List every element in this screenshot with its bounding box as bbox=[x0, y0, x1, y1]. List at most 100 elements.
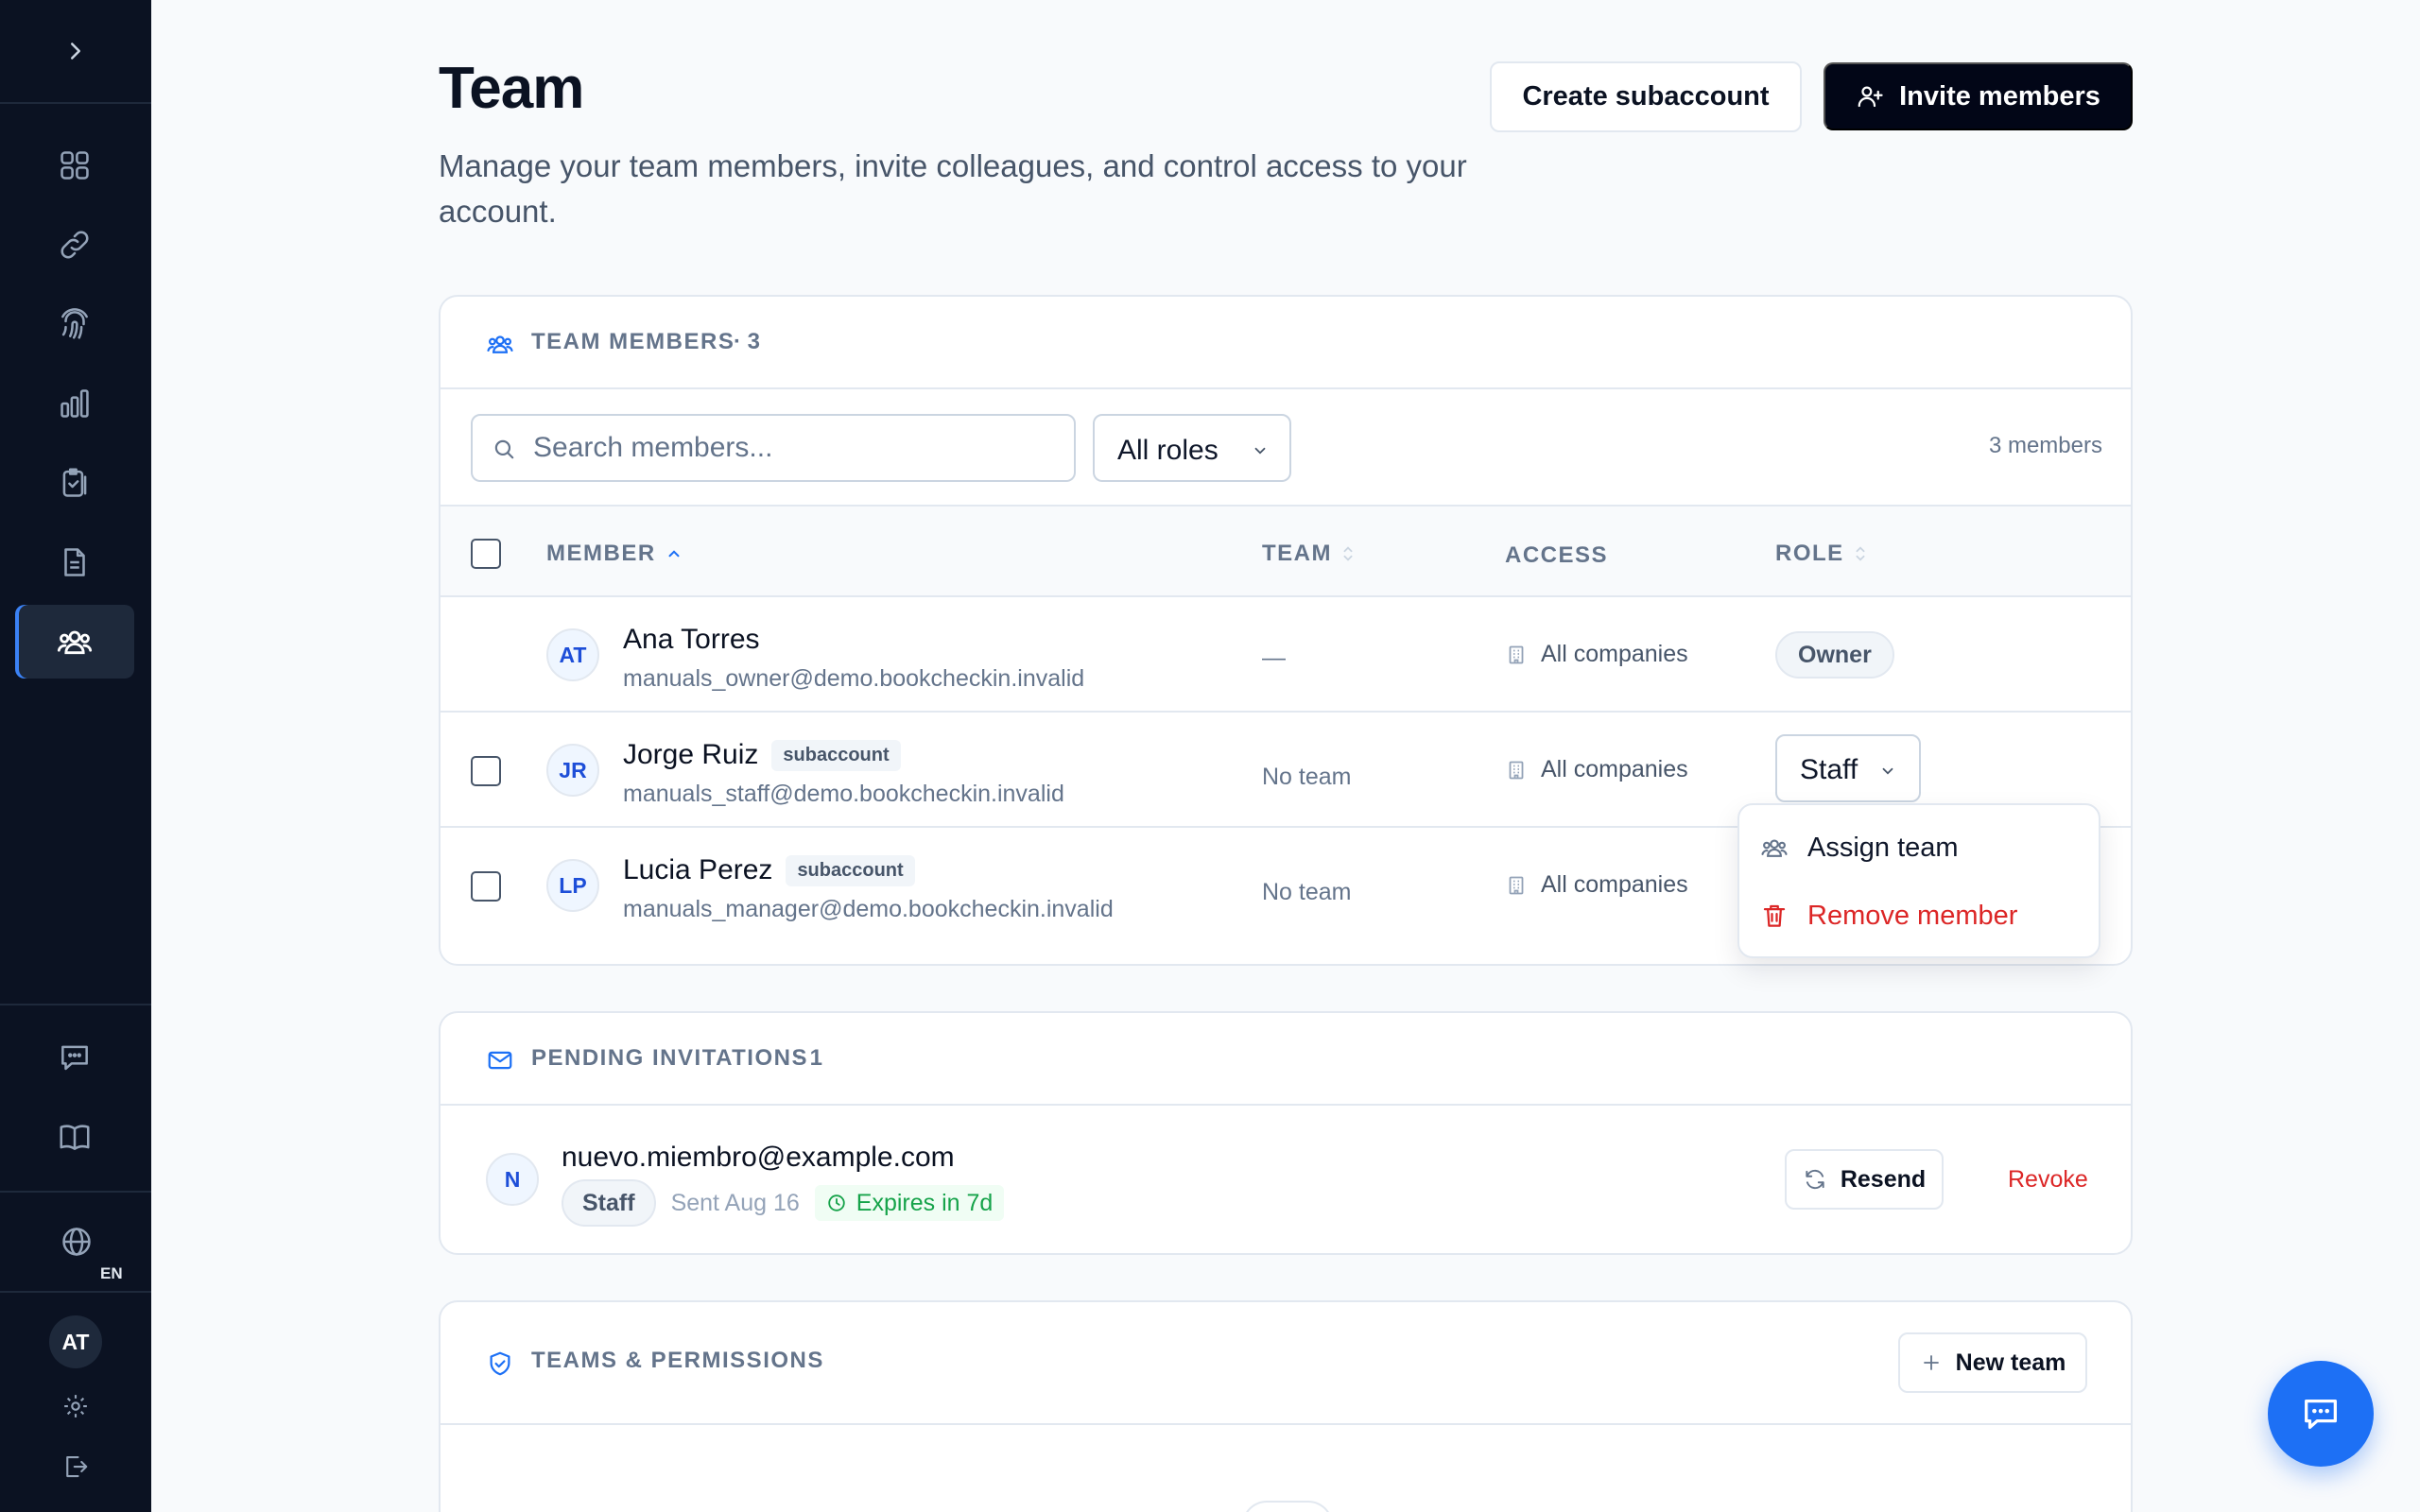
subaccount-badge: subaccount bbox=[786, 854, 915, 886]
revoke-button[interactable]: Revoke bbox=[1985, 1149, 2111, 1210]
sort-icon bbox=[1341, 545, 1355, 562]
globe-icon bbox=[59, 1224, 95, 1260]
role-select[interactable]: Staff bbox=[1775, 734, 1921, 802]
member-name-text: Jorge Ruiz bbox=[623, 739, 759, 770]
invite-members-label: Invite members bbox=[1899, 80, 2100, 112]
member-access-text: All companies bbox=[1541, 871, 1688, 898]
sort-asc-icon bbox=[666, 545, 683, 562]
menu-item-label: Assign team bbox=[1807, 832, 1959, 863]
list-item: N nuevo.miembro@example.com Staff Sent A… bbox=[441, 1106, 2131, 1253]
pending-invitations-count: · 1 bbox=[796, 1045, 823, 1071]
chevron-down-icon bbox=[1879, 763, 1896, 780]
column-access: ACCESS bbox=[1505, 542, 1608, 569]
building-icon bbox=[1505, 644, 1528, 666]
sidebar-item-dashboard[interactable] bbox=[15, 129, 134, 202]
logout-button[interactable] bbox=[60, 1452, 91, 1482]
create-subaccount-label: Create subaccount bbox=[1522, 81, 1770, 112]
members-total: 3 members bbox=[1988, 433, 2102, 458]
chat-support-button[interactable] bbox=[2268, 1361, 2374, 1467]
mail-icon bbox=[486, 1046, 514, 1074]
plus-icon bbox=[1920, 1351, 1943, 1374]
column-role[interactable]: ROLE bbox=[1775, 541, 1867, 567]
member-name-text: Lucia Perez bbox=[623, 854, 773, 885]
team-members-header: TEAM MEMBERS · 3 bbox=[441, 297, 2131, 389]
avatar: LP bbox=[546, 859, 599, 912]
chevron-down-icon bbox=[1252, 442, 1269, 459]
grid-icon bbox=[57, 147, 93, 183]
teams-permissions-card: TEAMS & PERMISSIONS New team bbox=[439, 1300, 2133, 1512]
row-checkbox[interactable] bbox=[471, 756, 501, 786]
sidebar-item-docs[interactable] bbox=[15, 1100, 134, 1174]
members-table-header: MEMBER TEAM ACCESS ROLE bbox=[441, 507, 2131, 597]
resend-label: Resend bbox=[1840, 1165, 1927, 1193]
sidebar-item-support[interactable] bbox=[15, 1021, 134, 1094]
page-subtitle: Manage your team members, invite colleag… bbox=[439, 148, 1467, 229]
link-icon bbox=[57, 227, 93, 263]
avatar: AT bbox=[546, 628, 599, 681]
row-checkbox[interactable] bbox=[471, 871, 501, 902]
table-row: AT Ana Torres manuals_owner@demo.bookche… bbox=[441, 597, 2131, 713]
role-filter-select[interactable]: All roles bbox=[1093, 414, 1291, 482]
member-team: No team bbox=[1262, 764, 1352, 790]
member-name: Ana Torres bbox=[623, 624, 760, 656]
sidebar-toggle[interactable] bbox=[0, 0, 151, 104]
invitation-sent-date: Sent Aug 16 bbox=[670, 1189, 800, 1216]
select-all-checkbox[interactable] bbox=[471, 539, 501, 569]
building-icon bbox=[1505, 874, 1528, 897]
invitation-email: nuevo.miembro@example.com bbox=[562, 1142, 955, 1173]
book-icon bbox=[57, 1119, 93, 1155]
member-email: manuals_owner@demo.bookcheckin.invalid bbox=[623, 665, 1085, 692]
new-team-button[interactable]: New team bbox=[1898, 1332, 2087, 1393]
sidebar-divider bbox=[0, 1004, 151, 1005]
sidebar-item-identity[interactable] bbox=[15, 287, 134, 361]
pending-invitations-header: PENDING INVITATIONS · 1 bbox=[441, 1013, 2131, 1106]
search-box bbox=[471, 414, 1076, 482]
document-icon bbox=[57, 544, 93, 580]
column-access-label: ACCESS bbox=[1505, 542, 1609, 568]
column-role-label: ROLE bbox=[1775, 541, 1844, 566]
role-filter-value: All roles bbox=[1117, 435, 1219, 466]
page-title: Team bbox=[439, 56, 584, 121]
search-icon bbox=[492, 437, 516, 461]
sidebar: EN AT bbox=[0, 0, 151, 1512]
create-subaccount-button[interactable]: Create subaccount bbox=[1490, 61, 1802, 132]
sort-icon bbox=[1854, 545, 1867, 562]
teams-permissions-title: TEAMS & PERMISSIONS bbox=[531, 1348, 824, 1373]
chat-icon bbox=[57, 1040, 93, 1075]
language-code: EN bbox=[100, 1264, 123, 1282]
avatar: JR bbox=[546, 744, 599, 797]
role-select-value: Staff bbox=[1800, 754, 1858, 785]
revoke-label: Revoke bbox=[2008, 1165, 2088, 1193]
sidebar-item-documents[interactable] bbox=[15, 525, 134, 599]
sidebar-item-links[interactable] bbox=[15, 208, 134, 282]
language-switcher[interactable]: EN bbox=[0, 1193, 151, 1287]
empty-state-icon bbox=[1242, 1501, 1333, 1512]
resend-button[interactable]: Resend bbox=[1785, 1149, 1944, 1210]
invite-members-button[interactable]: Invite members bbox=[1824, 62, 2133, 130]
sidebar-item-team[interactable] bbox=[15, 605, 134, 679]
column-member[interactable]: MEMBER bbox=[546, 541, 683, 567]
chat-icon bbox=[2299, 1392, 2342, 1435]
sidebar-item-analytics[interactable] bbox=[15, 367, 134, 440]
member-team: No team bbox=[1262, 879, 1352, 905]
user-avatar[interactable]: AT bbox=[49, 1315, 102, 1368]
column-team[interactable]: TEAM bbox=[1262, 541, 1355, 567]
team-icon bbox=[56, 623, 94, 661]
avatar: N bbox=[486, 1153, 539, 1206]
expiry-text: Expires in 7d bbox=[856, 1189, 994, 1216]
invitation-meta: Staff Sent Aug 16 Expires in 7d bbox=[562, 1179, 1005, 1227]
search-input[interactable] bbox=[533, 425, 1063, 471]
sidebar-item-checkins[interactable] bbox=[15, 446, 134, 520]
clock-icon bbox=[826, 1193, 847, 1213]
menu-item-remove-member[interactable]: Remove member bbox=[1760, 888, 2082, 943]
team-members-count: · 3 bbox=[734, 329, 761, 354]
menu-item-label: Remove member bbox=[1807, 900, 2018, 931]
menu-item-assign-team[interactable]: Assign team bbox=[1760, 820, 2082, 875]
settings-button[interactable] bbox=[60, 1391, 91, 1421]
fingerprint-icon bbox=[57, 306, 93, 342]
member-email: manuals_manager@demo.bookcheckin.invalid bbox=[623, 896, 1114, 922]
clipboard-check-icon bbox=[57, 465, 93, 501]
column-member-label: MEMBER bbox=[546, 541, 656, 566]
role-badge: Staff bbox=[562, 1179, 656, 1227]
shield-check-icon bbox=[486, 1349, 514, 1378]
